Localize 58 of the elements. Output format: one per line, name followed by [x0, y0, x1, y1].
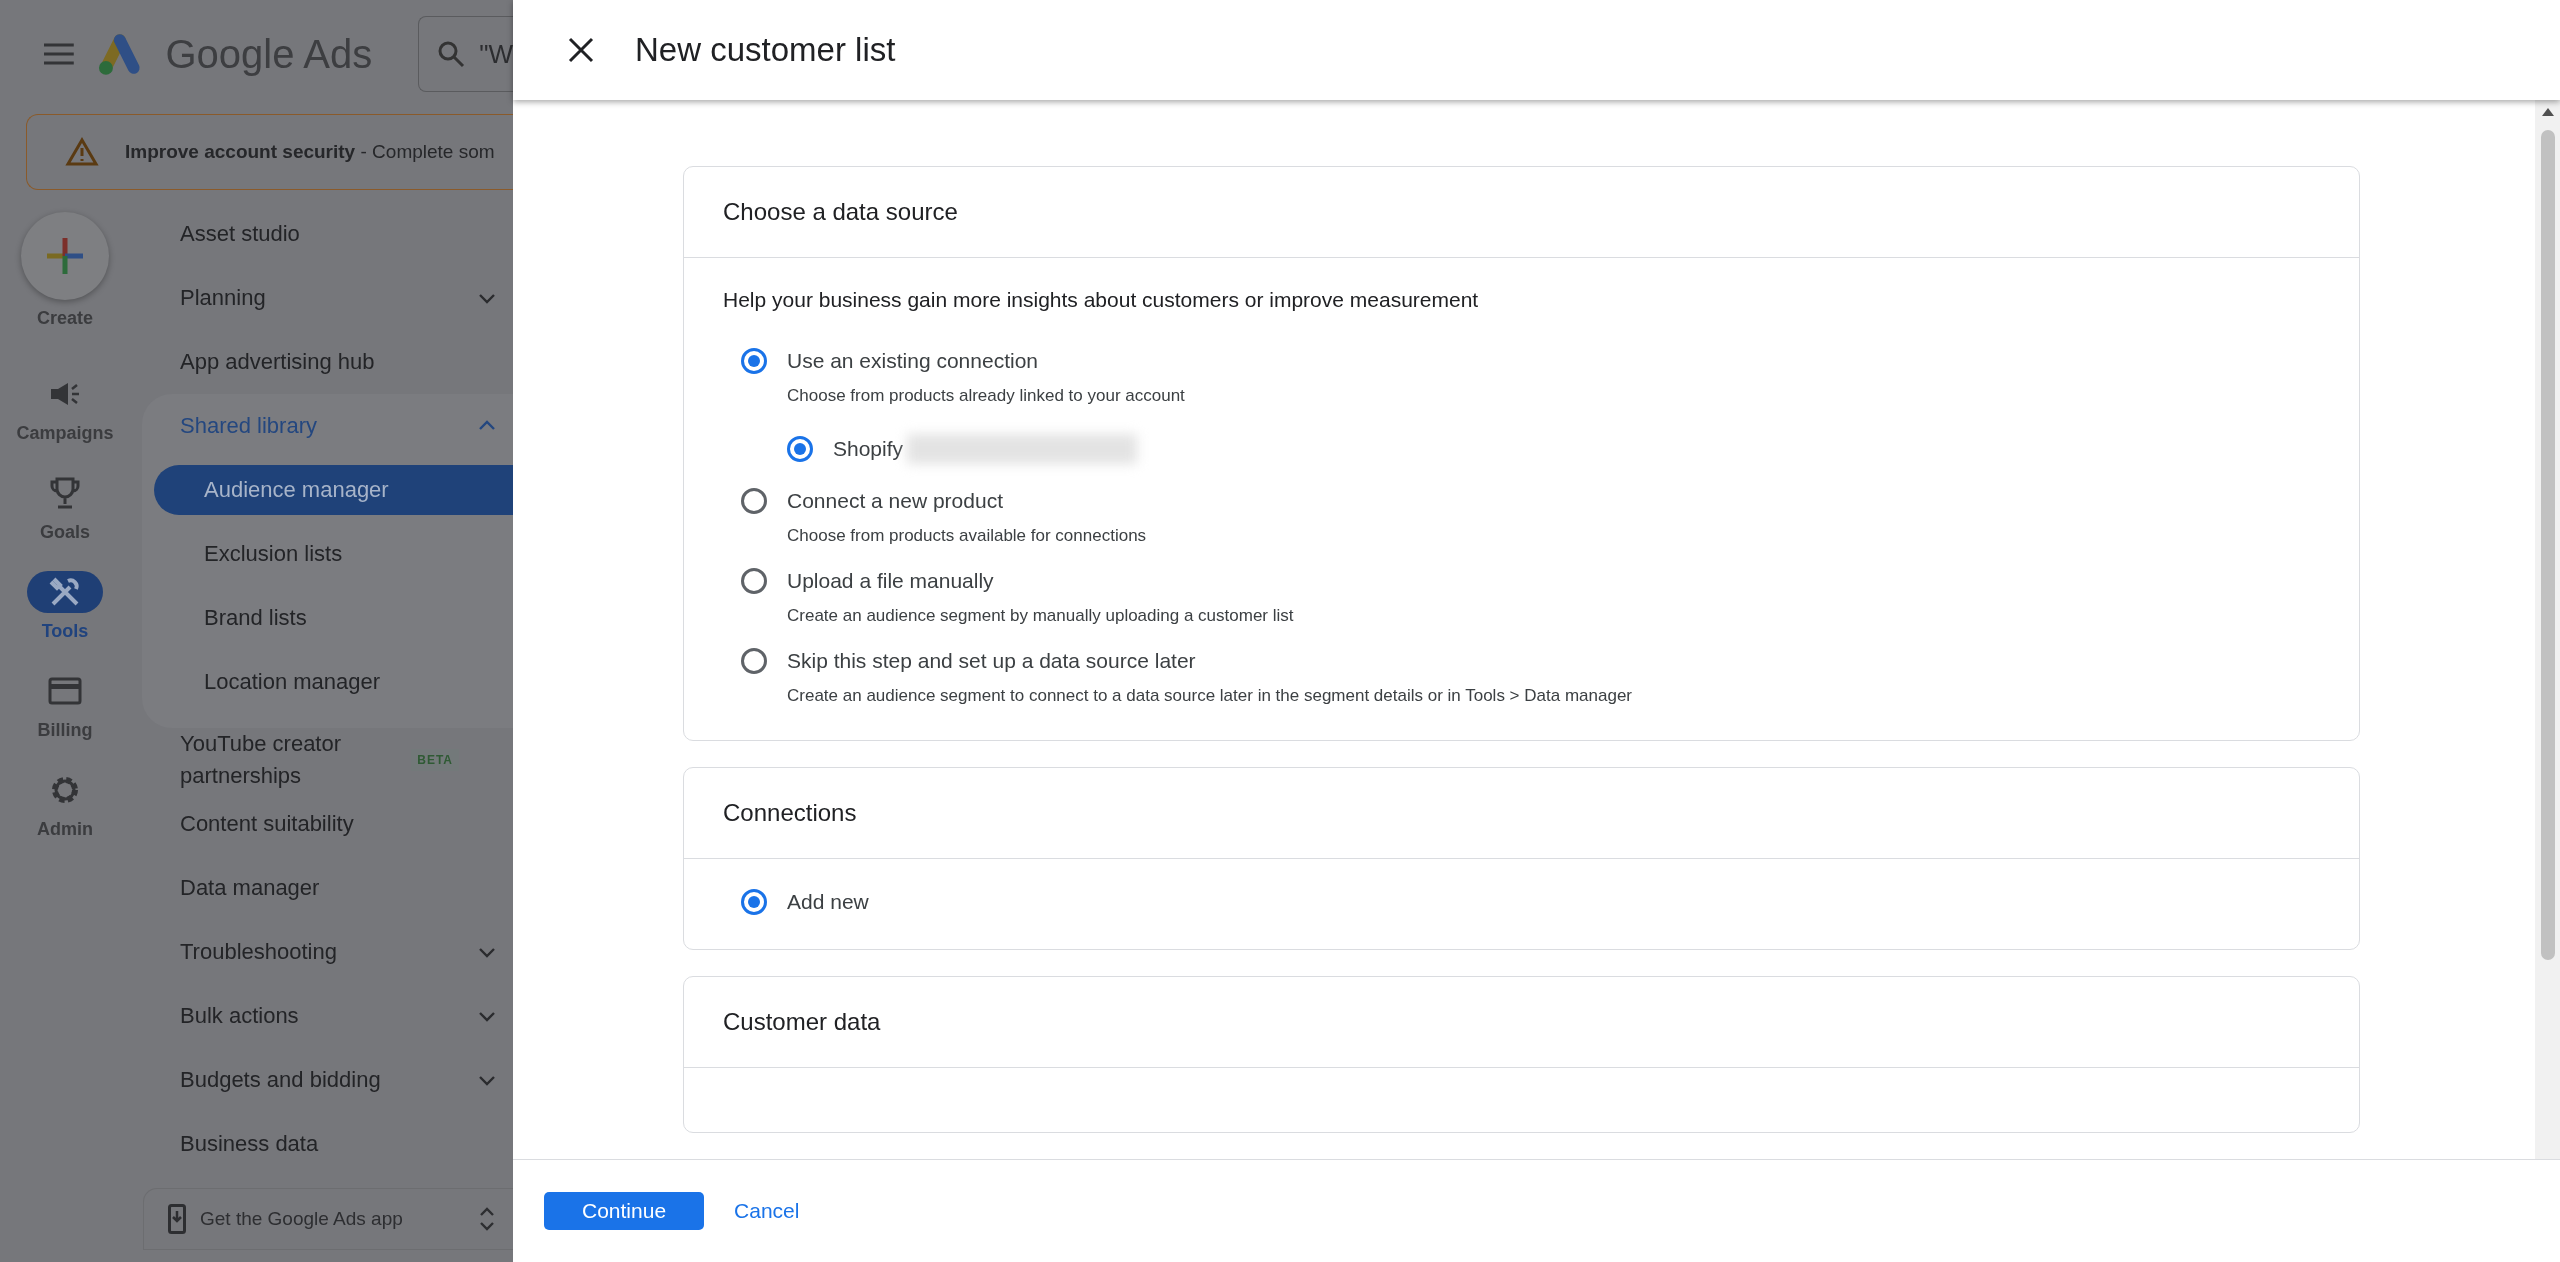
section-title: Customer data [684, 977, 2359, 1068]
expand-icon [479, 1206, 495, 1232]
rail-item[interactable]: Admin [27, 769, 103, 840]
radio-option[interactable]: Connect a new product [741, 488, 2320, 514]
scroll-up-icon [2541, 108, 2554, 116]
rail-item[interactable]: Campaigns [16, 373, 114, 444]
section-title: Choose a data source [684, 167, 2359, 258]
close-icon [568, 37, 594, 63]
nav-subitem[interactable]: Exclusion lists [154, 522, 513, 586]
radio-button[interactable] [741, 568, 767, 594]
credit-card-icon [48, 677, 82, 705]
search-icon [437, 40, 466, 68]
nav-item[interactable]: Content suitability [130, 792, 513, 856]
rail-item[interactable]: Billing [27, 670, 103, 741]
promo-text: Get the Google Ads app [200, 1208, 404, 1230]
option-description: Create an audience segment to connect to a data source later in the segment details or in Tools > Data manager [787, 686, 1633, 706]
radio-button[interactable] [741, 889, 767, 915]
nav-subitem[interactable]: Brand lists [154, 586, 513, 650]
scrollbar-thumb[interactable] [2540, 130, 2555, 960]
radio-button[interactable] [741, 648, 767, 674]
plus-icon [45, 236, 85, 276]
panel-title: New customer list [635, 31, 896, 69]
nav-item[interactable]: Asset studio [130, 202, 513, 266]
option-description: Choose from products already linked to your account [787, 386, 1186, 406]
section-title: Connections [684, 768, 2359, 859]
nav-item[interactable]: Business data [130, 1112, 513, 1176]
radio-option[interactable]: Skip this step and set up a data source later [741, 648, 2320, 674]
cancel-link[interactable]: Cancel [730, 1199, 804, 1223]
radio-button[interactable] [741, 488, 767, 514]
menu-icon[interactable] [44, 43, 74, 65]
nav-subitem[interactable]: Audience manager [154, 465, 513, 515]
nav-item[interactable]: App advertising hub [130, 330, 513, 394]
alert-text: Improve account security - Complete som [125, 141, 495, 163]
nav-item[interactable]: Planning [130, 266, 513, 330]
radio-option[interactable]: Add new [741, 889, 2320, 915]
option-description: Choose from products available for connections [787, 526, 1148, 546]
radio-option[interactable]: Shopify [787, 434, 2320, 464]
warning-icon [65, 137, 99, 167]
app-promo[interactable]: Get the Google Ads app [143, 1188, 513, 1250]
product-name: Google Ads [165, 31, 373, 77]
radio-option[interactable]: Use an existing connection [741, 348, 2320, 374]
trophy-icon [49, 476, 81, 510]
radio-button[interactable] [741, 348, 767, 374]
continue-button[interactable]: Continue [544, 1192, 705, 1230]
phone-download-icon [168, 1204, 186, 1234]
nav-item[interactable]: YouTube creator partnerships BETA [130, 728, 513, 792]
nav-item[interactable]: Troubleshooting [130, 920, 513, 984]
nav-item[interactable]: Budgets and bidding [130, 1048, 513, 1112]
nav-item[interactable]: Data manager [130, 856, 513, 920]
nav-item[interactable]: Shared library [142, 394, 513, 458]
option-description: Create an audience segment by manually uploading a customer list [787, 606, 1295, 626]
section-intro: Help your business gain more insights about customers or improve measurement [723, 288, 1480, 312]
rail-item[interactable]: Goals [27, 472, 103, 543]
radio-button[interactable] [787, 436, 813, 462]
nav-item[interactable]: Bulk actions [130, 984, 513, 1048]
radio-option[interactable]: Upload a file manually [741, 568, 2320, 594]
nav-subitem[interactable]: Location manager [154, 650, 513, 714]
scrollbar[interactable] [2535, 100, 2560, 1159]
